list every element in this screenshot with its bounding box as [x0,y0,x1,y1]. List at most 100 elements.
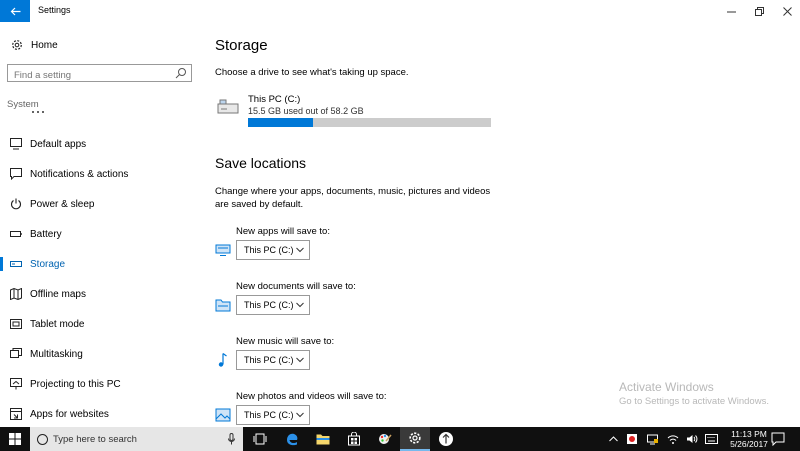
paint-app-icon [379,434,392,444]
photos-save-location-dropdown[interactable]: This PC (C:) [236,405,310,425]
sidebar-item-label: Projecting to this PC [30,378,121,390]
page-title: Storage [215,37,268,54]
taskbar-edge[interactable] [277,427,307,451]
music-save-location-dropdown[interactable]: This PC (C:) [236,350,310,370]
back-button[interactable] [0,0,30,22]
drive-usage-text: 15.5 GB used out of 58.2 GB [248,106,364,116]
chevron-up-icon [608,436,618,442]
taskbar: Type here to search 11:13 PM 5/26/2017 [0,427,800,451]
action-center-button[interactable] [771,432,785,447]
multitasking-icon [10,348,22,358]
power-icon [11,198,21,210]
scrolled-item-icon [32,111,44,113]
tray-app-icon [627,434,637,444]
show-hidden-icons[interactable] [606,432,620,446]
chevron-down-icon [296,247,304,253]
keyboard-icon [704,434,718,444]
gear-icon [12,40,22,50]
drive-icon [217,99,239,114]
chevron-down-icon [296,357,304,363]
taskbar-file-explorer[interactable] [308,427,338,451]
minimize-button[interactable] [716,0,746,22]
sidebar-item-storage[interactable]: Storage [0,249,200,279]
sidebar-item-projecting[interactable]: Projecting to this PC [0,369,200,399]
drive-name: This PC (C:) [248,94,301,105]
tray-keyboard[interactable] [704,432,718,446]
circle-app-icon [439,432,453,446]
sidebar-item-multitasking[interactable]: Multitasking [0,339,200,369]
documents-save-location-dropdown[interactable]: This PC (C:) [236,295,310,315]
taskbar-paint[interactable] [370,427,400,451]
sidebar-item-apps-for-websites[interactable]: Apps for websites [0,399,200,429]
sidebar-item-label: Multitasking [30,348,83,360]
settings-gear-icon [409,432,421,444]
apps-websites-icon [10,408,22,420]
map-icon [10,288,22,300]
windows-logo-icon [9,433,21,445]
find-setting-input[interactable] [8,67,168,84]
dropdown-value: This PC (C:) [244,245,294,255]
notifications-icon [10,168,22,180]
window-title: Settings [38,5,71,15]
home-nav-item[interactable]: Home [10,38,58,52]
tray-network[interactable] [646,432,660,446]
search-icon[interactable] [175,67,187,79]
tray-app[interactable] [625,432,639,446]
taskbar-app[interactable] [431,427,461,451]
main-content: Storage Choose a drive to see what's tak… [215,22,775,427]
sidebar-item-offline-maps[interactable]: Offline maps [0,279,200,309]
save-row-apps: New apps will save to: This PC (C:) [215,226,515,266]
maximize-button[interactable] [744,0,774,22]
maximize-icon [754,6,764,16]
activate-windows-watermark: Activate Windows Go to Settings to activ… [619,380,769,407]
taskbar-search-box[interactable]: Type here to search [30,427,243,451]
save-row-label: New photos and videos will save to: [236,391,387,402]
chevron-down-icon [296,302,304,308]
page-subtitle: Choose a drive to see what's taking up s… [215,67,409,78]
drive-usage-fill [248,118,313,127]
sidebar-item-label: Offline maps [30,288,86,300]
save-row-photos: New photos and videos will save to: This… [215,391,515,431]
find-setting-search [7,64,192,84]
sidebar-item-tablet-mode[interactable]: Tablet mode [0,309,200,339]
taskbar-clock[interactable]: 11:13 PM 5/26/2017 [724,429,774,449]
monitor-icon [215,244,231,256]
sidebar-item-notifications[interactable]: Notifications & actions [0,159,200,189]
store-icon [348,432,360,446]
clock-time: 11:13 PM [731,429,767,439]
save-locations-heading: Save locations [215,155,307,171]
nav-list: Default apps Notifications & actions Pow… [0,129,200,429]
task-view-icon [253,433,267,445]
watermark-subtitle: Go to Settings to activate Windows. [619,396,769,407]
sidebar-item-battery[interactable]: Battery [0,219,200,249]
tray-wifi[interactable] [666,432,680,446]
sidebar-item-power-sleep[interactable]: Power & sleep [0,189,200,219]
taskbar-settings[interactable] [400,427,430,451]
sidebar-item-default-apps[interactable]: Default apps [0,129,200,159]
tray-volume[interactable] [685,432,699,446]
clock-date: 5/26/2017 [730,439,768,449]
start-button[interactable] [0,427,30,451]
task-view-button[interactable] [245,427,275,451]
title-bar: Settings [0,0,800,22]
battery-icon [10,231,22,237]
wifi-icon [667,435,679,444]
save-row-label: New music will save to: [236,336,335,347]
home-label: Home [31,39,58,51]
tablet-icon [10,319,22,329]
sidebar-item-label: Default apps [30,138,87,150]
close-button[interactable] [772,0,800,22]
default-apps-icon [10,138,22,150]
storage-icon [10,261,22,267]
speaker-volume-icon [687,435,698,443]
microphone-icon[interactable] [228,433,235,445]
watermark-title: Activate Windows [619,380,714,394]
apps-save-location-dropdown[interactable]: This PC (C:) [236,240,310,260]
back-arrow-icon [10,7,20,15]
drive-entry-c[interactable]: This PC (C:) 15.5 GB used out of 58.2 GB [217,94,497,128]
section-label-system: System [7,99,39,110]
cortana-icon [37,433,48,445]
drive-usage-bar [248,118,491,127]
sidebar: Home System Default apps Notifications &… [0,22,200,427]
taskbar-store[interactable] [339,427,369,451]
